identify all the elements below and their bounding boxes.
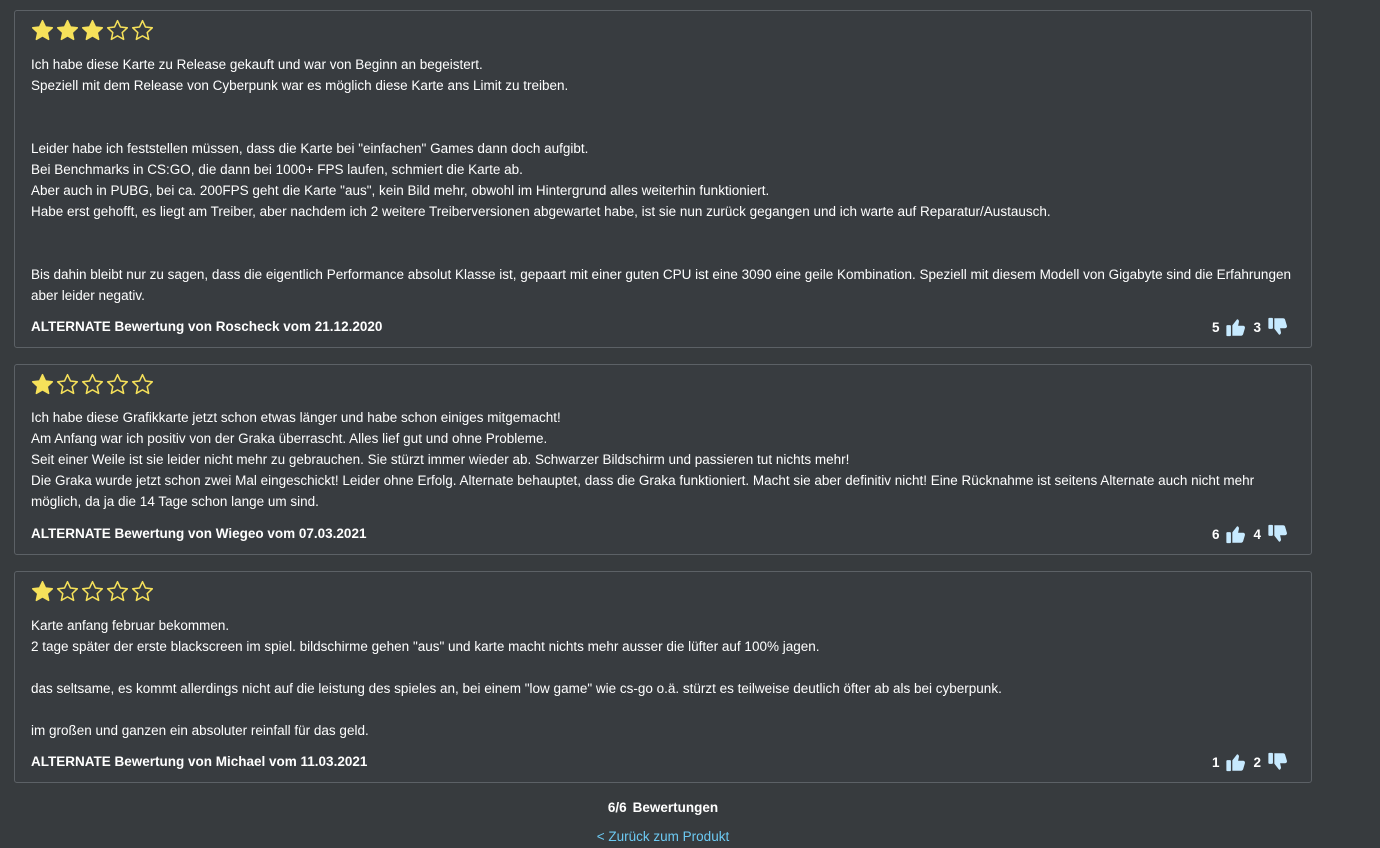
star-empty-icon	[81, 580, 104, 604]
review-paragraph	[31, 96, 1293, 117]
review-votes: 5 3	[1206, 315, 1289, 339]
review-author-line: ALTERNATE Bewertung von Michael vom 11.0…	[31, 754, 368, 769]
star-filled-icon	[56, 19, 79, 43]
review-paragraph: im großen und ganzen ein absoluter reinf…	[31, 723, 369, 738]
star-empty-icon	[106, 580, 129, 604]
review-card: Ich habe diese Grafikkarte jetzt schon e…	[14, 364, 1312, 555]
star-empty-icon	[81, 373, 104, 397]
star-filled-icon	[81, 19, 104, 43]
review-votes: 6 4	[1206, 522, 1289, 546]
review-paragraph: Aber auch in PUBG, bei ca. 200FPS geht d…	[31, 183, 770, 198]
review-text: Karte anfang februar bekommen. 2 tage spä…	[31, 615, 1293, 741]
review-count-value: 6/6	[607, 800, 627, 815]
review-author-line: ALTERNATE Bewertung von Roscheck vom 21.…	[31, 319, 383, 334]
like-count: 5	[1211, 319, 1220, 335]
review-paragraph: Am Anfang war ich positiv von der Graka …	[31, 431, 548, 446]
star-empty-icon	[106, 19, 129, 43]
star-rating	[31, 580, 154, 604]
star-empty-icon	[131, 580, 154, 604]
thumbs-down-icon[interactable]	[1267, 523, 1289, 545]
back-to-product-link[interactable]: < Zurück zum Produkt	[0, 828, 1326, 846]
review-paragraph: Speziell mit dem Release von Cyberpunk w…	[31, 78, 569, 93]
review-paragraph: 2 tage später der erste blackscreen im s…	[31, 639, 820, 654]
review-paragraph	[31, 657, 1293, 678]
star-empty-icon	[131, 19, 154, 43]
review-paragraph: Ich habe diese Grafikkarte jetzt schon e…	[31, 410, 561, 425]
review-paragraph	[31, 699, 1293, 720]
review-votes: 1 2	[1206, 750, 1289, 774]
review-text: Ich habe diese Karte zu Release gekauft …	[31, 54, 1293, 306]
dislike-count: 3	[1253, 319, 1261, 335]
reviews-page: Ich habe diese Karte zu Release gekauft …	[0, 0, 1380, 848]
dislike-count: 4	[1253, 526, 1261, 542]
review-paragraph: Die Graka wurde jetzt schon zwei Mal ein…	[31, 473, 1255, 509]
review-paragraph: Seit einer Weile ist sie leider nicht me…	[31, 452, 850, 467]
thumbs-up-icon[interactable]	[1225, 523, 1247, 545]
thumbs-down-icon[interactable]	[1267, 316, 1289, 338]
dislike-count: 2	[1253, 754, 1261, 770]
thumbs-up-icon[interactable]	[1225, 751, 1247, 773]
like-count: 1	[1211, 754, 1220, 770]
review-count-label: Bewertungen	[632, 800, 719, 815]
thumbs-down-icon[interactable]	[1267, 751, 1289, 773]
review-paragraph: Bis dahin bleibt nur zu sagen, dass die …	[31, 267, 1291, 303]
review-paragraph: Ich habe diese Karte zu Release gekauft …	[31, 57, 483, 72]
star-empty-icon	[106, 373, 129, 397]
star-filled-icon	[31, 580, 54, 604]
like-count: 6	[1211, 526, 1220, 542]
star-filled-icon	[31, 373, 54, 397]
star-empty-icon	[56, 580, 79, 604]
review-paragraph: Bei Benchmarks in CS:GO, die dann bei 10…	[31, 162, 523, 177]
review-paragraph: Leider habe ich feststellen müssen, dass…	[31, 141, 589, 156]
review-count: 6/6 Bewertungen	[0, 799, 1326, 817]
review-paragraph	[31, 243, 1293, 264]
star-rating	[31, 19, 154, 43]
star-filled-icon	[31, 19, 54, 43]
review-paragraph	[31, 117, 1293, 138]
star-rating	[31, 373, 154, 397]
review-card: Ich habe diese Karte zu Release gekauft …	[14, 10, 1312, 348]
review-paragraph: Habe erst gehofft, es liegt am Treiber, …	[31, 204, 1051, 219]
review-card: Karte anfang februar bekommen. 2 tage spä…	[14, 571, 1312, 783]
star-empty-icon	[131, 373, 154, 397]
thumbs-up-icon[interactable]	[1225, 316, 1247, 338]
review-paragraph: Karte anfang februar bekommen.	[31, 618, 230, 633]
star-empty-icon	[56, 373, 79, 397]
review-paragraph	[31, 222, 1293, 243]
review-author-line: ALTERNATE Bewertung von Wiegeo vom 07.03…	[31, 526, 367, 541]
review-text: Ich habe diese Grafikkarte jetzt schon e…	[31, 407, 1293, 512]
review-paragraph: das seltsame, es kommt allerdings nicht …	[31, 681, 1002, 696]
